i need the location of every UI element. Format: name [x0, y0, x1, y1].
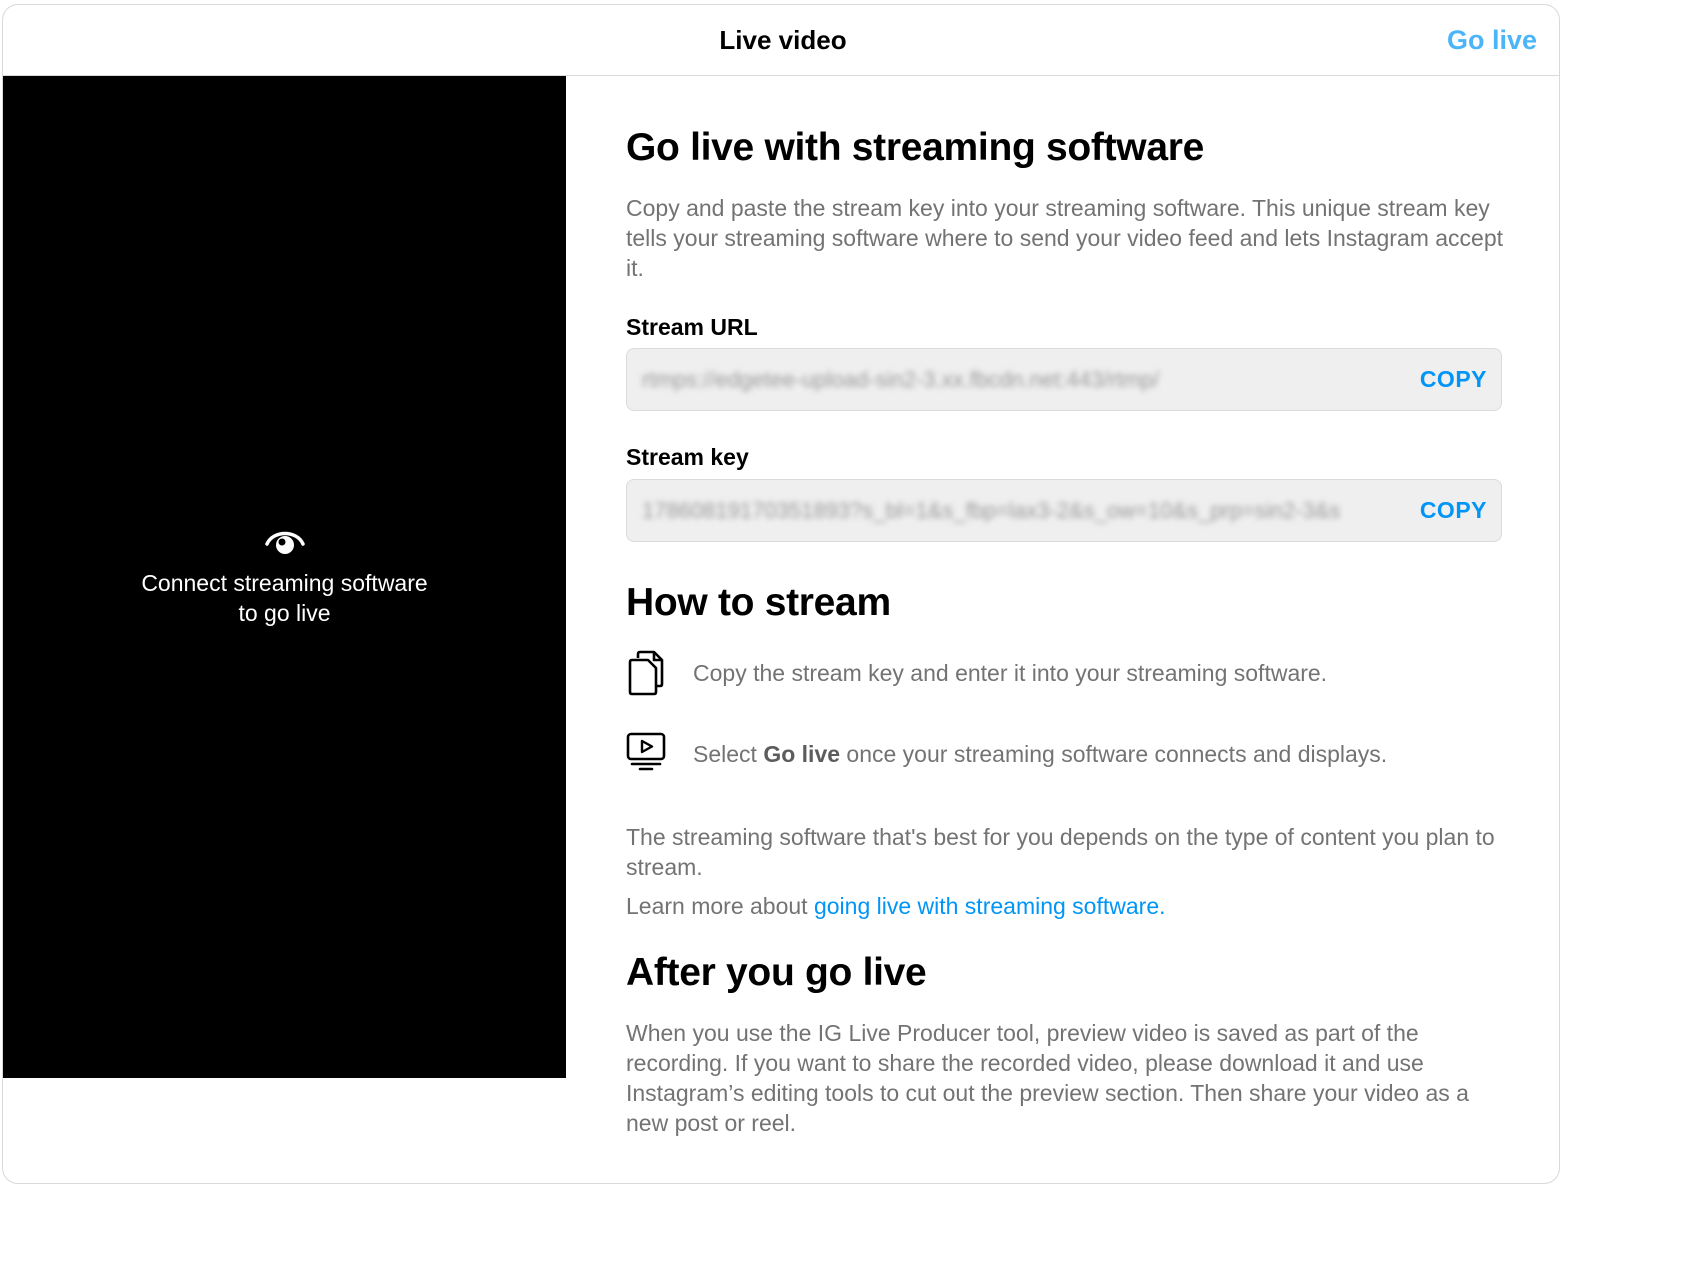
stream-key-field[interactable]: 17860819170351893?s_bl=1&s_fbp=lax3-2&s_…: [626, 479, 1502, 542]
intro-text: Copy and paste the stream key into your …: [626, 195, 1504, 281]
header-bar: Live video Go live: [3, 5, 1559, 76]
how-to-stream-heading: How to stream: [626, 581, 891, 624]
step-select-go-live-text: Select Go live once your streaming softw…: [693, 741, 1387, 768]
stream-url-value: rtmps://edgetee-upload-sin2-3.xx.fbcdn.n…: [642, 367, 1160, 392]
step-text-bold: Go live: [763, 741, 841, 767]
video-preview-panel: Connect streaming software to go live: [3, 76, 566, 1078]
stream-url-label: Stream URL: [626, 314, 758, 340]
page-title: Live video: [719, 25, 847, 55]
after-go-live-text: When you use the IG Live Producer tool, …: [626, 1020, 1469, 1136]
step-copy-key-text: Copy the stream key and enter it into yo…: [693, 660, 1328, 686]
stream-key-value: 17860819170351893?s_bl=1&s_fbp=lax3-2&s_…: [642, 498, 1341, 523]
stream-url-field[interactable]: rtmps://edgetee-upload-sin2-3.xx.fbcdn.n…: [626, 348, 1502, 411]
video-play-icon: [626, 732, 666, 771]
live-eye-icon: [264, 531, 305, 554]
main-heading: Go live with streaming software: [626, 126, 1205, 169]
preview-message-line2: to go live: [238, 600, 331, 626]
preview-message-line1: Connect streaming software: [141, 570, 428, 596]
step-text-prefix: Select: [693, 741, 764, 767]
learn-more-line: Learn more about going live with streami…: [626, 891, 1506, 921]
step-select-go-live: Select Go live once your streaming softw…: [626, 731, 1506, 781]
stream-key-label: Stream key: [626, 444, 749, 470]
copy-icon: [628, 650, 664, 696]
software-note: The streaming software that's best for y…: [626, 824, 1495, 880]
step-copy-key: Copy the stream key and enter it into yo…: [626, 650, 1506, 700]
copy-stream-key-button[interactable]: COPY: [1420, 497, 1487, 524]
learn-more-prefix: Learn more about: [626, 893, 814, 919]
go-live-button[interactable]: Go live: [1447, 25, 1537, 56]
preview-placeholder: Connect streaming software to go live: [3, 524, 566, 628]
live-video-window: Live video Go live Connect streaming sof…: [2, 4, 1560, 1184]
after-go-live-heading: After you go live: [626, 951, 927, 994]
copy-stream-url-button[interactable]: COPY: [1420, 366, 1487, 393]
step-text-suffix: once your streaming software connects an…: [840, 741, 1388, 767]
learn-more-link[interactable]: going live with streaming software.: [814, 893, 1166, 919]
